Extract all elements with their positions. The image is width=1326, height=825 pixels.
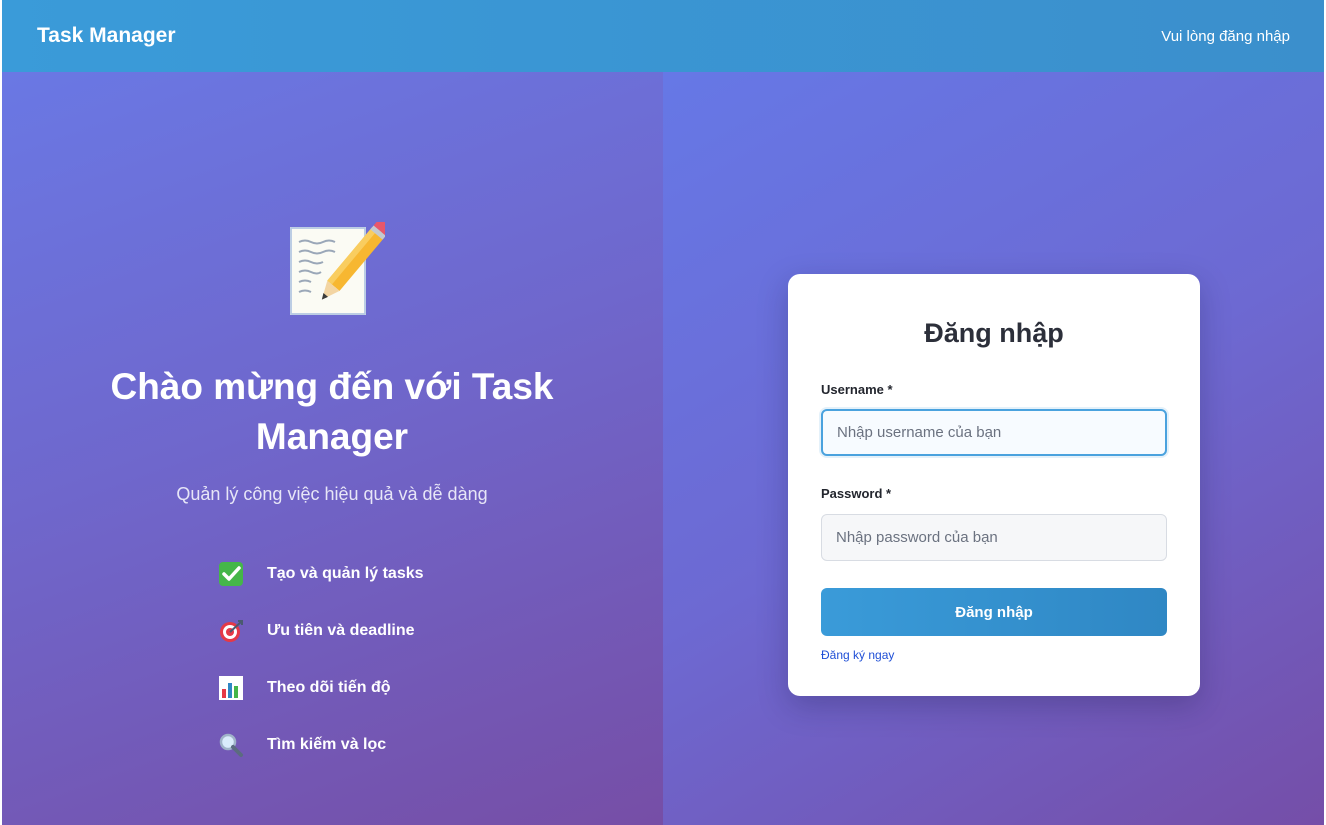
register-link[interactable]: Đăng ký ngay bbox=[821, 648, 894, 662]
bar-chart-icon bbox=[218, 674, 252, 702]
feature-label: Theo dõi tiến độ bbox=[267, 679, 391, 696]
welcome-panel: Chào mừng đến với Task Manager Quản lý c… bbox=[2, 72, 663, 825]
feature-item: Tìm kiếm và lọc bbox=[218, 731, 424, 759]
brand-title[interactable]: Task Manager bbox=[37, 24, 176, 48]
target-icon bbox=[218, 617, 252, 645]
search-icon bbox=[218, 731, 252, 759]
check-icon bbox=[218, 560, 252, 588]
feature-label: Tạo và quản lý tasks bbox=[267, 565, 424, 582]
top-navbar: Task Manager Vui lòng đăng nhập bbox=[2, 0, 1324, 72]
feature-label: Tìm kiếm và lọc bbox=[267, 736, 387, 753]
feature-item: Ưu tiên và deadline bbox=[218, 617, 424, 645]
login-panel: Đăng nhập Username * Password * Đăng nhậ… bbox=[663, 72, 1324, 825]
feature-label: Ưu tiên và deadline bbox=[267, 622, 415, 639]
memo-pencil-icon bbox=[285, 219, 392, 322]
welcome-title: Chào mừng đến với Task Manager bbox=[110, 366, 554, 457]
password-input[interactable] bbox=[821, 514, 1167, 561]
welcome-subtitle: Quản lý công việc hiệu quả và dễ dàng bbox=[176, 484, 488, 504]
feature-item: Theo dõi tiến độ bbox=[218, 674, 424, 702]
login-status-text: Vui lòng đăng nhập bbox=[1161, 27, 1290, 45]
login-title: Đăng nhập bbox=[924, 318, 1064, 348]
feature-list: Tạo và quản lý tasks Ưu tiên và deadline bbox=[218, 560, 424, 788]
username-label: Username * bbox=[821, 382, 893, 397]
feature-item: Tạo và quản lý tasks bbox=[218, 560, 424, 588]
password-label: Password * bbox=[821, 486, 892, 501]
username-input[interactable] bbox=[821, 409, 1167, 456]
login-button[interactable]: Đăng nhập bbox=[821, 588, 1167, 636]
app-frame: Task Manager Vui lòng đăng nhập Chào mừn… bbox=[2, 0, 1324, 825]
login-card: Đăng nhập Username * Password * Đăng nhậ… bbox=[788, 274, 1200, 696]
